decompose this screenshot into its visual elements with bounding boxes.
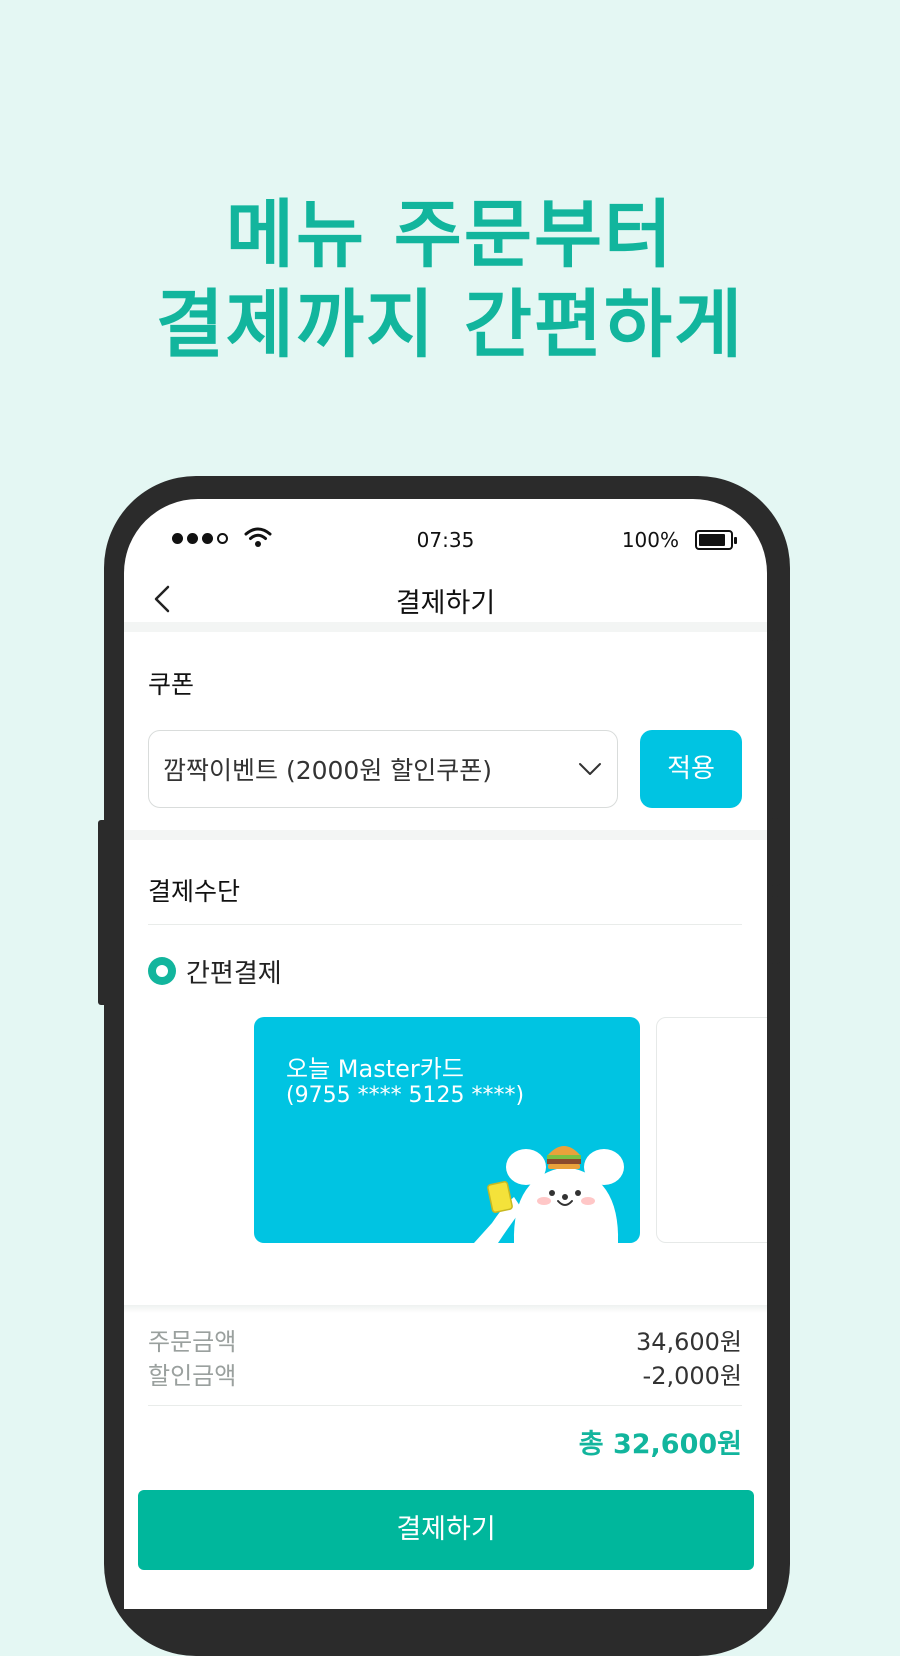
- phone-screen: 07:35 100% 결제하기 쿠폰 깜짝이벤트 (2000원 할인쿠폰) 적용…: [124, 499, 767, 1609]
- divider-line: [148, 1405, 742, 1406]
- nav-bar: 결제하기: [124, 567, 767, 627]
- chevron-down-icon: [579, 763, 601, 775]
- battery-percent: 100%: [621, 528, 679, 552]
- phone-side-button: [770, 640, 780, 692]
- battery-icon: [695, 530, 737, 550]
- phone-side-button: [98, 820, 108, 1005]
- status-bar: 07:35 100%: [124, 519, 767, 559]
- payment-section-title: 결제수단: [148, 877, 241, 906]
- discount-amount-value: -2,000원: [642, 1362, 742, 1390]
- card-name: 오늘 Master카드: [286, 1055, 464, 1083]
- payment-option-easy-pay[interactable]: 간편결제: [148, 951, 282, 991]
- section-divider: [124, 830, 767, 840]
- section-divider: [124, 622, 767, 632]
- koala-mascot-icon: [474, 1146, 624, 1243]
- phone-side-button: [770, 818, 780, 886]
- phone-side-button: [770, 896, 780, 964]
- page-title: 결제하기: [395, 588, 496, 619]
- payment-card[interactable]: 오늘 Master카드 (9755 **** 5125 ****): [254, 1017, 640, 1243]
- discount-amount-row: 할인금액 -2,000원: [148, 1356, 742, 1391]
- promo-headline: 메뉴 주문부터 결제까지 간편하게: [0, 190, 900, 370]
- coupon-selected-value: 깜짝이벤트 (2000원 할인쿠폰): [163, 756, 493, 785]
- card-number: (9755 **** 5125 ****): [286, 1083, 525, 1108]
- payment-option-label: 간편결제: [186, 958, 282, 989]
- section-divider: [124, 1305, 767, 1313]
- discount-amount-label: 할인금액: [148, 1362, 237, 1390]
- order-amount-row: 주문금액 34,600원: [148, 1322, 742, 1357]
- coupon-section-title: 쿠폰: [148, 670, 195, 699]
- pay-button[interactable]: 결제하기: [138, 1490, 754, 1570]
- coupon-select[interactable]: 깜짝이벤트 (2000원 할인쿠폰): [148, 730, 618, 808]
- order-amount-label: 주문금액: [148, 1328, 237, 1356]
- promo-line-2: 결제까지 간편하게: [155, 282, 745, 368]
- divider-line: [148, 924, 742, 925]
- promo-line-1: 메뉴 주문부터: [225, 192, 675, 278]
- radio-selected-icon: [148, 957, 176, 985]
- payment-card-next[interactable]: [656, 1017, 767, 1243]
- order-amount-value: 34,600원: [635, 1328, 742, 1356]
- total-amount: 총 32,600원: [578, 1429, 742, 1460]
- apply-coupon-button[interactable]: 적용: [640, 730, 742, 808]
